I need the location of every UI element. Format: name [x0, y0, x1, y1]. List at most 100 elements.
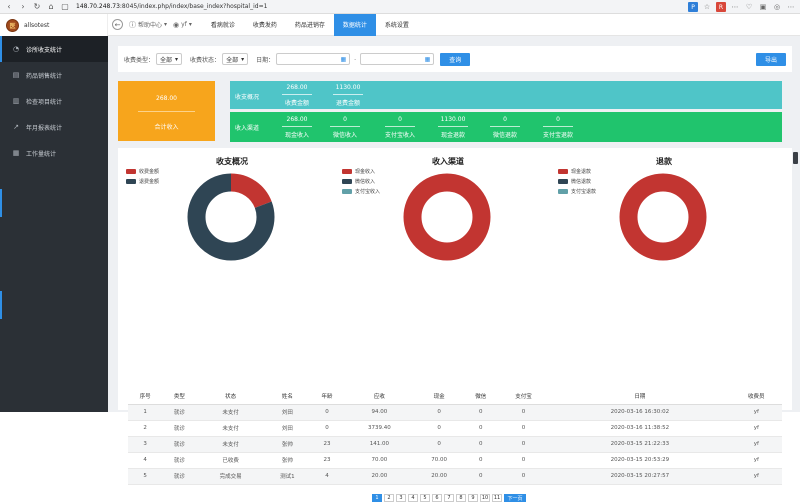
table-cell: 0	[497, 452, 550, 469]
split-icon[interactable]: ▣	[758, 2, 768, 12]
tab-statistics[interactable]: 数据统计	[333, 13, 376, 36]
overview-strip: 收支概况 268.00 收费金额 1130.00 退费金额	[230, 81, 782, 109]
export-button[interactable]: 导出	[756, 52, 786, 66]
page-button[interactable]: 11	[492, 494, 502, 502]
extension-p-icon[interactable]: P	[688, 2, 698, 12]
page-button[interactable]: 3	[396, 494, 406, 502]
table-cell: 张帅	[264, 452, 310, 469]
table-cell: 0	[497, 420, 550, 437]
back-button-icon[interactable]: ←	[112, 19, 123, 30]
table-cell: 0	[309, 404, 345, 421]
tab-billing[interactable]: 收费发药	[244, 14, 286, 36]
extension-r-icon[interactable]: R	[716, 2, 726, 12]
total-income-label: 合计收入	[154, 124, 179, 131]
channel-stat: 0 支付宝收入	[384, 116, 415, 139]
query-button[interactable]: 查询	[440, 52, 471, 66]
profile-icon[interactable]: ◎	[772, 2, 782, 12]
table-cell: 未支付	[196, 436, 265, 453]
page-button[interactable]: 4	[408, 494, 418, 502]
collections-icon[interactable]: ⋯	[730, 2, 740, 12]
chart-legend: 现金退款 微信退款 支付宝退款	[558, 166, 596, 196]
chart-title: 收支概况	[216, 157, 248, 166]
chart-legend: 现金收入 微信收入 支付宝收入	[342, 166, 380, 196]
page-button[interactable]: 2	[384, 494, 394, 502]
column-header: 收费员	[730, 388, 782, 405]
menu-icon[interactable]: ⋯	[786, 2, 796, 12]
charge-type-select[interactable]: 全部 ▾	[156, 53, 183, 65]
table-cell: 0	[463, 404, 498, 421]
tab-inventory[interactable]: 药品进销存	[286, 14, 334, 36]
table-cell: 就诊	[162, 404, 197, 421]
next-page-button[interactable]: 下一页	[504, 494, 526, 502]
chevron-down-icon: ▾	[164, 21, 168, 28]
sidebar-item-exams[interactable]: ▥ 检查项目统计	[0, 88, 108, 114]
forward-icon[interactable]: ›	[18, 2, 28, 12]
sidebar-item-income[interactable]: ◔ 诊所收支统计	[0, 36, 108, 62]
page-button[interactable]: 10	[480, 494, 490, 502]
column-header: 现金	[414, 388, 464, 405]
chevron-down-icon: ▾	[241, 55, 245, 63]
scroll-handle[interactable]	[793, 152, 798, 164]
box-icon: ▤	[12, 71, 20, 79]
channel-stat: 268.00 现金收入	[277, 116, 317, 139]
table-cell: 就诊	[162, 468, 197, 485]
table-cell: 就诊	[162, 452, 197, 469]
trend-icon: ↗	[13, 123, 19, 131]
column-header: 类型	[162, 388, 197, 405]
filter-bar: 收费类型： 全部 ▾ 收费状态： 全部 ▾ 日期： ▦ - ▦ 查询 导出	[118, 46, 792, 72]
table-cell: yf	[730, 404, 782, 421]
end-date-input[interactable]: ▦	[360, 53, 435, 65]
table-row[interactable]: 2 就诊 未支付 刘田 0 3739.40 0 0 0 2020-03-16 11:38:52 yf	[128, 420, 782, 437]
home-icon[interactable]: ⌂	[46, 2, 56, 12]
star-icon[interactable]: ☆	[702, 2, 712, 12]
page-button[interactable]: 7	[444, 494, 454, 502]
sidebar-item-reports[interactable]: ↗ 年月报表统计	[0, 114, 108, 140]
calc-icon: ▦	[12, 149, 20, 157]
page-button[interactable]: 5	[420, 494, 430, 502]
start-date-input[interactable]: ▦	[276, 53, 351, 65]
channel-stat: 1130.00 现金退款	[433, 116, 473, 139]
table-row[interactable]: 1 就诊 未支付 刘田 0 94.00 0 0 0 2020-03-16 16:30:02 yf	[128, 404, 782, 421]
column-header: 序号	[128, 388, 163, 405]
table-cell: 0	[463, 420, 498, 437]
table-cell: yf	[730, 420, 782, 437]
sidebar-marker	[0, 189, 2, 217]
sidebar-item-label: 药品销售统计	[26, 72, 63, 80]
page-button[interactable]: 1	[372, 494, 382, 502]
reload-icon[interactable]: ↻	[32, 2, 42, 12]
table-cell: 20.00	[344, 468, 415, 485]
user-menu[interactable]: ◉ yf ▾	[173, 21, 192, 29]
charge-status-select[interactable]: 全部 ▾	[222, 53, 249, 65]
sidebar-item-drug-sales[interactable]: ▤ 药品销售统计	[0, 62, 108, 88]
user-icon: ◉	[173, 20, 180, 29]
legend-swatch	[558, 168, 568, 174]
table-cell: 2020-03-16 16:30:02	[549, 404, 731, 421]
address-bar[interactable]: 148.70.248.73:8045/index.php/index/base_…	[76, 3, 267, 10]
table-cell: 0	[497, 436, 550, 453]
page-button[interactable]: 8	[456, 494, 466, 502]
brand: 医 allsotest	[0, 14, 108, 36]
help-center-menu[interactable]: ⓘ 帮助中心 ▾	[129, 20, 167, 30]
overview-stat: 1130.00 退费金额	[328, 84, 368, 107]
back-icon[interactable]: ‹	[4, 2, 14, 12]
sidebar-item-workload[interactable]: ▦ 工作量统计	[0, 140, 108, 166]
table-cell: 0	[414, 404, 464, 421]
table-cell: 5	[128, 468, 163, 485]
records-table: 序号 类型 状态 姓名 年龄 应收 现金 微信 支付宝 日期 收费员 1 就诊 未支付 刘田 0 94.00 0…	[128, 388, 782, 485]
table-cell: yf	[730, 468, 782, 485]
page-button[interactable]: 6	[432, 494, 442, 502]
donut-slice-现金收入[interactable]	[403, 173, 491, 261]
table-cell: 23	[309, 436, 345, 453]
tab-consultation[interactable]: 看病就诊	[202, 14, 244, 36]
table-cell: 23	[309, 452, 345, 469]
table-row[interactable]: 3 就诊 未支付 张帅 23 141.00 0 0 0 2020-03-15 21:22:33 yf	[128, 436, 782, 453]
tab-settings[interactable]: 系统设置	[376, 14, 418, 36]
donut-chart-channels	[403, 173, 491, 261]
donut-slice-现金退款[interactable]	[619, 173, 707, 261]
calendar-icon: ▦	[340, 55, 347, 63]
table-row[interactable]: 4 就诊 已收费 张帅 23 70.00 70.00 0 0 2020-03-15 20:53:2…	[128, 452, 782, 469]
page-button[interactable]: 9	[468, 494, 478, 502]
table-row[interactable]: 5 就诊 完成交易 测试1 4 20.00 20.00 0 0 2020-03-15 20:27:…	[128, 468, 782, 485]
favorites-icon[interactable]: ♡	[744, 2, 754, 12]
table-cell: 就诊	[162, 436, 197, 453]
